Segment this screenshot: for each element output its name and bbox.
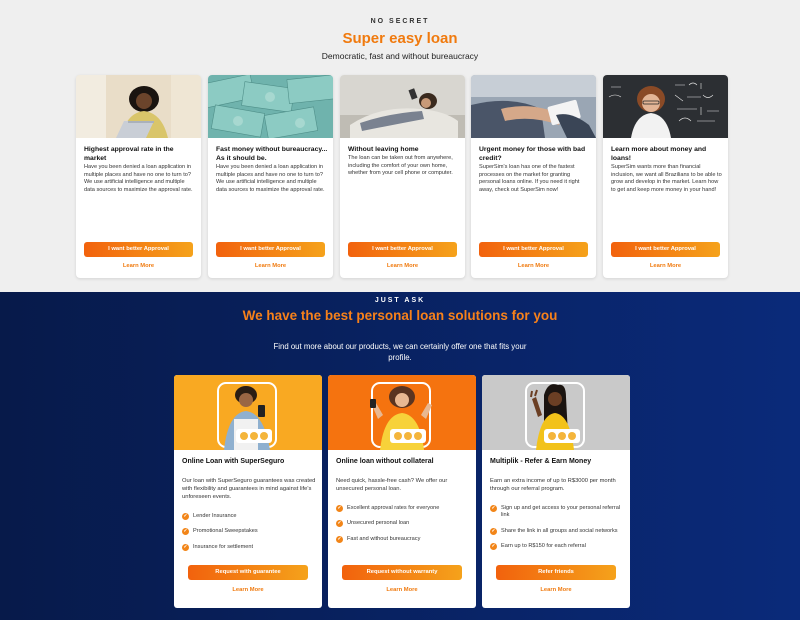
feature-item: ✓ Share the link in all groups and social…	[490, 527, 624, 535]
better-approval-button[interactable]: I want better Approval	[611, 242, 720, 257]
feature-item: ✓ Sign up and get access to your personal…	[490, 505, 624, 520]
section-title: Super easy loan	[342, 30, 458, 47]
woman-relaxing-on-couch-photo	[340, 75, 465, 138]
feature-label: Excellent approval rates for everyone	[347, 505, 440, 511]
check-icon: ✓	[490, 543, 497, 551]
product-title: Online loan without collateral	[336, 458, 434, 465]
better-approval-button[interactable]: I want better Approval	[479, 242, 588, 257]
refer-friends-button[interactable]: Refer friends	[496, 565, 616, 580]
check-icon: ✓	[336, 535, 343, 543]
card-title: Learn more about money and loans!	[611, 146, 707, 162]
feature-list: ✓ Excellent approval rates for everyone ✓…	[336, 505, 470, 551]
better-approval-button[interactable]: I want better Approval	[216, 242, 325, 257]
feature-label: Fast and without bureaucracy	[347, 535, 421, 542]
learn-more-link[interactable]: Learn More	[340, 263, 465, 269]
check-icon: ✓	[182, 543, 189, 551]
feature-label: Lender Insurance	[193, 513, 237, 519]
money-bills-photo	[208, 75, 333, 138]
woman-peace-sign-illustration	[482, 375, 630, 450]
woman-with-phone-illustration	[328, 375, 476, 450]
feature-card: Without leaving home The loan can be tak…	[340, 75, 465, 278]
better-approval-button[interactable]: I want better Approval	[348, 242, 457, 257]
product-title: Multiplik - Refer & Earn Money	[490, 458, 592, 465]
woman-at-chalkboard-photo	[603, 75, 728, 138]
learn-more-link[interactable]: Learn More	[76, 263, 201, 269]
feature-label: Unsecured personal loan	[347, 520, 410, 527]
feature-item: ✓ Unsecured personal loan	[336, 520, 470, 528]
hands-with-card-photo	[471, 75, 596, 138]
section-subtitle: Find out more about our products, we can…	[273, 342, 527, 362]
learn-more-link[interactable]: Learn More	[603, 263, 728, 269]
section-eyebrow: JUST ASK	[374, 297, 426, 304]
feature-label: Promotional Sweepstakes	[193, 528, 258, 535]
card-text: Have you been denied a loan application …	[84, 164, 193, 193]
check-icon: ✓	[336, 505, 343, 512]
feature-list: ✓ Sign up and get access to your personal…	[490, 505, 624, 559]
feature-label: Share the link in all groups and social …	[501, 527, 618, 534]
learn-more-link[interactable]: Learn More	[174, 587, 322, 593]
feature-label: Insurance for settlement	[193, 543, 254, 550]
loan-solutions-section: JUST ASK We have the best personal loan …	[0, 292, 800, 620]
product-card: Online loan without collateral Need quic…	[328, 375, 476, 608]
feature-card: Learn more about money and loans! SuperS…	[603, 75, 728, 278]
product-card: Multiplik - Refer & Earn Money Earn an e…	[482, 375, 630, 608]
card-title: Urgent money for those with bad credit?	[479, 146, 586, 162]
feature-card: Urgent money for those with bad credit? …	[471, 75, 596, 278]
product-title: Online Loan with SuperSeguro	[182, 458, 285, 465]
feature-item: ✓ Promotional Sweepstakes	[182, 528, 316, 536]
card-text: Have you been denied a loan application …	[216, 164, 325, 193]
feature-item: ✓ Insurance for settlement	[182, 543, 316, 551]
section-eyebrow: NO SECRET	[370, 18, 430, 25]
card-title: Highest approval rate in the market	[84, 146, 174, 162]
better-approval-button[interactable]: I want better Approval	[84, 242, 193, 257]
product-description: Earn an extra income of up to R$3000 per…	[490, 478, 616, 492]
section-title: We have the best personal loan solutions…	[242, 308, 558, 323]
request-with-guarantee-button[interactable]: Request with guarantee	[188, 565, 308, 580]
product-description: Our loan with SuperSeguro guarantees was…	[182, 478, 316, 500]
man-with-phone-illustration	[174, 375, 322, 450]
product-card: Online Loan with SuperSeguro Our loan wi…	[174, 375, 322, 608]
feature-item: ✓ Lender Insurance	[182, 513, 316, 520]
learn-more-link[interactable]: Learn More	[208, 263, 333, 269]
product-description: Need quick, hassle-free cash? We offer o…	[336, 478, 448, 492]
card-text: SuperSim wants more than financial inclu…	[611, 164, 722, 193]
feature-list: ✓ Lender Insurance ✓ Promotional Sweepstak…	[182, 513, 316, 559]
check-icon: ✓	[490, 505, 497, 512]
feature-item: ✓ Excellent approval rates for everyone	[336, 505, 470, 512]
learn-more-link[interactable]: Learn More	[471, 263, 596, 269]
check-icon: ✓	[336, 520, 343, 528]
feature-card: Highest approval rate in the market Have…	[76, 75, 201, 278]
card-title: Fast money without bureaucracy... As it …	[216, 146, 328, 162]
feature-card: Fast money without bureaucracy... As it …	[208, 75, 333, 278]
section-subtitle: Democratic, fast and without bureaucracy	[321, 51, 479, 61]
super-easy-loan-section: NO SECRET Super easy loan Democratic, fa…	[0, 0, 800, 292]
feature-item: ✓ Fast and without bureaucracy	[336, 535, 470, 543]
feature-item: ✓ Earn up to R$150 for each referral	[490, 543, 624, 551]
check-icon: ✓	[182, 513, 189, 520]
learn-more-link[interactable]: Learn More	[328, 587, 476, 593]
card-text: The loan can be taken out from anywhere,…	[348, 155, 453, 177]
woman-with-laptop-photo	[76, 75, 201, 138]
card-text: SuperSim's loan has one of the fastest p…	[479, 164, 580, 193]
feature-label: Earn up to R$150 for each referral	[501, 543, 586, 550]
card-title: Without leaving home	[348, 146, 419, 153]
check-icon: ✓	[490, 527, 497, 535]
check-icon: ✓	[182, 528, 189, 536]
feature-label: Sign up and get access to your personal …	[501, 505, 621, 519]
learn-more-link[interactable]: Learn More	[482, 587, 630, 593]
request-without-warranty-button[interactable]: Request without warranty	[342, 565, 462, 580]
